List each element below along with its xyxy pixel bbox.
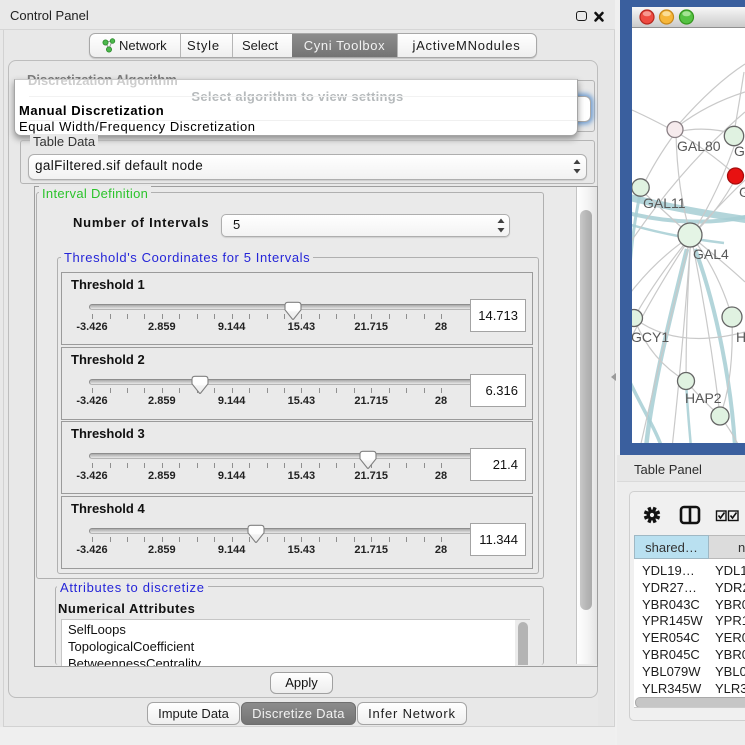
svg-text:GA: GA — [734, 143, 745, 159]
svg-text:HA: HA — [736, 329, 745, 345]
svg-text:GAL80: GAL80 — [677, 138, 721, 154]
svg-text:GC: GC — [739, 184, 745, 200]
svg-text:GAL4: GAL4 — [693, 246, 729, 262]
svg-text:GCY1: GCY1 — [632, 329, 669, 345]
svg-text:GAL11: GAL11 — [643, 195, 686, 211]
svg-text:HAP2: HAP2 — [685, 390, 722, 406]
